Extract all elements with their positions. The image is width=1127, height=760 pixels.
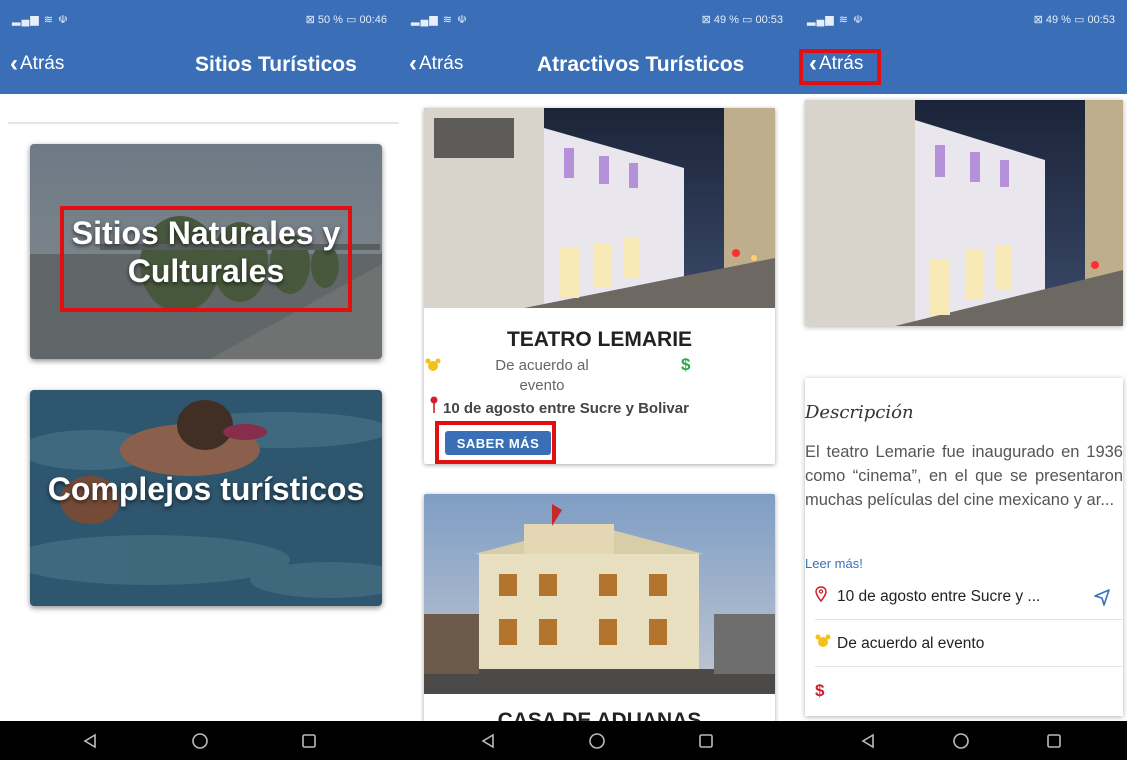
status-bar: ▂▄▆ ≋ ☫ ⊠ 49 % ▭ 00:53 <box>399 0 795 36</box>
screen-detalle-teatro: ▂▄▆ ≋ ☫ ⊠ 49 % ▭ 00:53 ‹ Atrás Descripci… <box>795 0 1127 760</box>
battery-time: ⊠ 49 % ▭ 00:53 <box>701 14 783 26</box>
screen-atractivos-turisticos: ▂▄▆ ≋ ☫ ⊠ 49 % ▭ 00:53 ‹ Atrás Atractivo… <box>399 0 795 760</box>
alarm-clock-icon <box>424 358 442 377</box>
description-heading: Descripción <box>805 402 914 423</box>
triangle-back-icon[interactable] <box>70 726 110 756</box>
description-card: Descripción El teatro Lemarie fue inaugu… <box>805 378 1123 716</box>
highlight-box <box>60 206 352 312</box>
square-recents-icon[interactable] <box>289 726 329 756</box>
alarm-clock-icon <box>815 634 837 653</box>
attraction-title: TEATRO LEMARIE <box>506 328 693 351</box>
signal-icons: ▂▄▆ ≋ ☫ <box>12 14 69 26</box>
screen-sitios-turisticos: ▂▄▆ ≋ ☫ ⊠ 50 % ▭ 00:46 ‹ Atrás Sitios Tu… <box>0 0 399 760</box>
category-label: Complejos turísticos <box>47 471 365 507</box>
detail-image <box>805 100 1123 326</box>
location-pin-icon <box>430 396 438 419</box>
attraction-card[interactable]: TEATRO LEMARIE De acuerdo al evento $ 10… <box>424 108 775 464</box>
price-icon: $ <box>681 355 691 374</box>
detail-image-teatro <box>805 100 1123 326</box>
hours-row: De acuerdo al evento <box>815 621 1123 667</box>
battery-time: ⊠ 49 % ▭ 00:53 <box>1033 14 1115 26</box>
app-bar: ‹ Atrás Atractivos Turísticos <box>399 36 795 94</box>
chevron-left-icon: ‹ <box>10 50 18 77</box>
page-title: Atractivos Turísticos <box>537 53 745 76</box>
circle-home-icon[interactable] <box>577 726 617 756</box>
status-bar: ▂▄▆ ≋ ☫ ⊠ 50 % ▭ 00:46 <box>0 0 399 36</box>
read-more-link[interactable]: Leer más! <box>805 556 863 571</box>
page-title: Sitios Turísticos <box>195 53 357 76</box>
android-nav-bar <box>0 721 399 760</box>
chevron-left-icon: ‹ <box>409 50 417 77</box>
circle-home-icon[interactable] <box>941 726 981 756</box>
circle-home-icon[interactable] <box>180 726 220 756</box>
attraction-card[interactable]: CASA DE ADUANAS <box>424 494 775 734</box>
category-card-complejos[interactable]: Complejos turísticos <box>30 390 382 606</box>
back-button[interactable]: ‹ Atrás <box>409 50 464 77</box>
attraction-image-teatro <box>424 108 775 308</box>
highlight-box <box>799 49 881 85</box>
address-text: 10 de agosto entre Sucre y ... <box>837 587 1041 605</box>
triangle-back-icon[interactable] <box>848 726 888 756</box>
back-label: Atrás <box>20 53 65 74</box>
back-button[interactable]: ‹ Atrás <box>10 50 65 77</box>
android-nav-bar <box>795 721 1127 760</box>
address-row[interactable]: 10 de agosto entre Sucre y ... <box>815 574 1123 620</box>
highlight-box <box>435 421 556 464</box>
price-row: $ <box>815 668 1123 714</box>
triangle-back-icon[interactable] <box>468 726 508 756</box>
back-label: Atrás <box>419 53 464 74</box>
hours-text: De acuerdo al evento <box>837 634 985 652</box>
signal-icons: ▂▄▆ ≋ ☫ <box>411 14 468 26</box>
android-nav-bar <box>399 721 795 760</box>
square-recents-icon[interactable] <box>1034 726 1074 756</box>
description-text: El teatro Lemarie fue inaugurado en 1936… <box>805 443 1123 509</box>
divider <box>8 122 399 124</box>
price-icon: $ <box>815 681 825 700</box>
square-recents-icon[interactable] <box>686 726 726 756</box>
signal-icons: ▂▄▆ ≋ ☫ <box>807 14 864 26</box>
location-pin-icon <box>815 586 837 607</box>
navigation-arrow-icon[interactable] <box>1093 588 1111 611</box>
attraction-image-aduanas <box>424 494 775 694</box>
status-bar: ▂▄▆ ≋ ☫ ⊠ 49 % ▭ 00:53 <box>795 0 1127 36</box>
attraction-address: 10 de agosto entre Sucre y Bolivar <box>443 400 689 417</box>
attraction-hours: De acuerdo al evento <box>495 357 589 394</box>
battery-time: ⊠ 50 % ▭ 00:46 <box>305 14 387 26</box>
app-bar: ‹ Atrás Sitios Turísticos <box>0 36 399 94</box>
